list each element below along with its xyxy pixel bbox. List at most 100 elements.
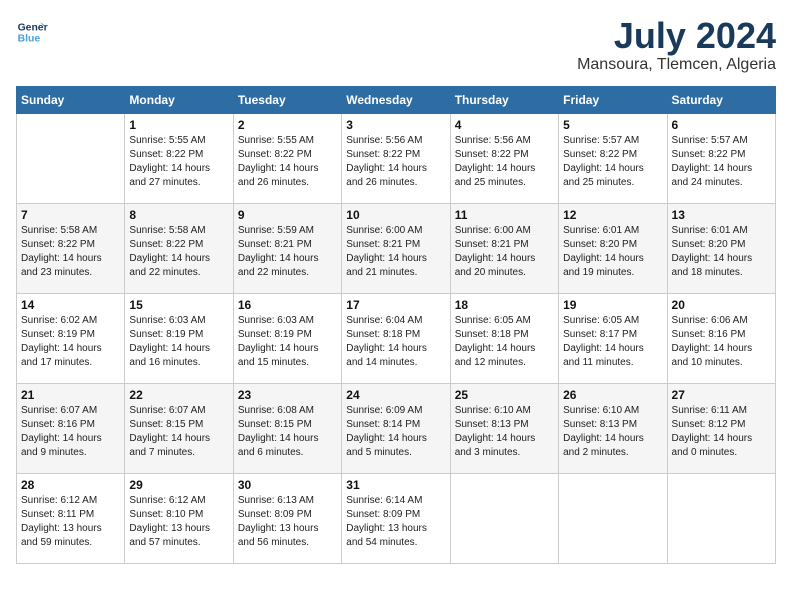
logo: General Blue: [16, 16, 48, 48]
calendar-cell: [667, 473, 775, 563]
calendar-cell: 5 Sunrise: 5:57 AM Sunset: 8:22 PM Daylig…: [559, 113, 667, 203]
day-number: 15: [129, 298, 228, 312]
calendar-cell: [559, 473, 667, 563]
day-number: 10: [346, 208, 445, 222]
day-number: 4: [455, 118, 554, 132]
calendar-cell: 1 Sunrise: 5:55 AM Sunset: 8:22 PM Daylig…: [125, 113, 233, 203]
day-number: 13: [672, 208, 771, 222]
cell-info: Sunrise: 6:00 AM Sunset: 8:21 PM Dayligh…: [346, 224, 445, 280]
day-number: 20: [672, 298, 771, 312]
calendar-cell: 31Sunrise: 6:14 AM Sunset: 8:09 PM Dayli…: [342, 473, 450, 563]
cell-info: Sunrise: 6:10 AM Sunset: 8:13 PM Dayligh…: [455, 404, 554, 460]
cell-info: Sunrise: 5:55 AM Sunset: 8:22 PM Dayligh…: [238, 134, 337, 190]
day-number: 12: [563, 208, 662, 222]
header-day: Saturday: [667, 86, 775, 113]
calendar-cell: 17 Sunrise: 6:04 AM Sunset: 8:18 PM Dayli…: [342, 293, 450, 383]
day-number: 7: [21, 208, 120, 222]
cell-info: Sunrise: 6:09 AM Sunset: 8:14 PM Dayligh…: [346, 404, 445, 460]
header-row: SundayMondayTuesdayWednesdayThursdayFrid…: [17, 86, 776, 113]
header-day: Thursday: [450, 86, 558, 113]
day-number: 21: [21, 388, 120, 402]
header-day: Friday: [559, 86, 667, 113]
header-day: Tuesday: [233, 86, 341, 113]
cell-info: Sunrise: 5:55 AM Sunset: 8:22 PM Dayligh…: [129, 134, 228, 190]
cell-info: Sunrise: 5:58 AM Sunset: 8:22 PM Dayligh…: [21, 224, 120, 280]
cell-info: Sunrise: 6:07 AM Sunset: 8:15 PM Dayligh…: [129, 404, 228, 460]
calendar-cell: 2 Sunrise: 5:55 AM Sunset: 8:22 PM Daylig…: [233, 113, 341, 203]
calendar-cell: 21 Sunrise: 6:07 AM Sunset: 8:16 PM Dayli…: [17, 383, 125, 473]
cell-info: Sunrise: 6:12 AM Sunset: 8:10 PM Dayligh…: [129, 494, 228, 550]
day-number: 2: [238, 118, 337, 132]
cell-info: Sunrise: 6:13 AM Sunset: 8:09 PM Dayligh…: [238, 494, 337, 550]
calendar-cell: 20Sunrise: 6:06 AM Sunset: 8:16 PM Dayli…: [667, 293, 775, 383]
calendar-cell: 4 Sunrise: 5:56 AM Sunset: 8:22 PM Daylig…: [450, 113, 558, 203]
cell-info: Sunrise: 5:57 AM Sunset: 8:22 PM Dayligh…: [563, 134, 662, 190]
header-day: Sunday: [17, 86, 125, 113]
cell-info: Sunrise: 5:57 AM Sunset: 8:22 PM Dayligh…: [672, 134, 771, 190]
day-number: 3: [346, 118, 445, 132]
month-title: July 2024: [577, 16, 776, 56]
calendar-cell: 23 Sunrise: 6:08 AM Sunset: 8:15 PM Dayli…: [233, 383, 341, 473]
calendar-week-row: 21 Sunrise: 6:07 AM Sunset: 8:16 PM Dayli…: [17, 383, 776, 473]
cell-info: Sunrise: 6:11 AM Sunset: 8:12 PM Dayligh…: [672, 404, 771, 460]
cell-info: Sunrise: 5:56 AM Sunset: 8:22 PM Dayligh…: [455, 134, 554, 190]
day-number: 28: [21, 478, 120, 492]
day-number: 14: [21, 298, 120, 312]
cell-info: Sunrise: 6:03 AM Sunset: 8:19 PM Dayligh…: [238, 314, 337, 370]
header-day: Wednesday: [342, 86, 450, 113]
calendar-cell: 13 Sunrise: 6:01 AM Sunset: 8:20 PM Dayli…: [667, 203, 775, 293]
calendar-cell: 10 Sunrise: 6:00 AM Sunset: 8:21 PM Dayli…: [342, 203, 450, 293]
calendar-cell: 14Sunrise: 6:02 AM Sunset: 8:19 PM Dayli…: [17, 293, 125, 383]
calendar-week-row: 7 Sunrise: 5:58 AM Sunset: 8:22 PM Daylig…: [17, 203, 776, 293]
calendar-cell: 22 Sunrise: 6:07 AM Sunset: 8:15 PM Dayli…: [125, 383, 233, 473]
cell-info: Sunrise: 6:10 AM Sunset: 8:13 PM Dayligh…: [563, 404, 662, 460]
cell-info: Sunrise: 6:05 AM Sunset: 8:18 PM Dayligh…: [455, 314, 554, 370]
calendar-cell: 12Sunrise: 6:01 AM Sunset: 8:20 PM Dayli…: [559, 203, 667, 293]
cell-info: Sunrise: 6:00 AM Sunset: 8:21 PM Dayligh…: [455, 224, 554, 280]
calendar-cell: 29 Sunrise: 6:12 AM Sunset: 8:10 PM Dayli…: [125, 473, 233, 563]
day-number: 23: [238, 388, 337, 402]
cell-info: Sunrise: 6:12 AM Sunset: 8:11 PM Dayligh…: [21, 494, 120, 550]
cell-info: Sunrise: 5:58 AM Sunset: 8:22 PM Dayligh…: [129, 224, 228, 280]
calendar-cell: 28 Sunrise: 6:12 AM Sunset: 8:11 PM Dayli…: [17, 473, 125, 563]
day-number: 30: [238, 478, 337, 492]
cell-info: Sunrise: 6:03 AM Sunset: 8:19 PM Dayligh…: [129, 314, 228, 370]
calendar-cell: 24 Sunrise: 6:09 AM Sunset: 8:14 PM Dayli…: [342, 383, 450, 473]
svg-text:Blue: Blue: [18, 34, 41, 45]
calendar-cell: 9Sunrise: 5:59 AM Sunset: 8:21 PM Daylig…: [233, 203, 341, 293]
day-number: 5: [563, 118, 662, 132]
day-number: 16: [238, 298, 337, 312]
day-number: 9: [238, 208, 337, 222]
day-number: 24: [346, 388, 445, 402]
cell-info: Sunrise: 6:04 AM Sunset: 8:18 PM Dayligh…: [346, 314, 445, 370]
calendar-week-row: 14Sunrise: 6:02 AM Sunset: 8:19 PM Dayli…: [17, 293, 776, 383]
day-number: 1: [129, 118, 228, 132]
day-number: 27: [672, 388, 771, 402]
day-number: 6: [672, 118, 771, 132]
calendar-cell: 16 Sunrise: 6:03 AM Sunset: 8:19 PM Dayli…: [233, 293, 341, 383]
cell-info: Sunrise: 6:07 AM Sunset: 8:16 PM Dayligh…: [21, 404, 120, 460]
calendar-cell: [17, 113, 125, 203]
calendar-header: SundayMondayTuesdayWednesdayThursdayFrid…: [17, 86, 776, 113]
day-number: 19: [563, 298, 662, 312]
calendar-cell: 3 Sunrise: 5:56 AM Sunset: 8:22 PM Daylig…: [342, 113, 450, 203]
calendar-body: 1 Sunrise: 5:55 AM Sunset: 8:22 PM Daylig…: [17, 113, 776, 563]
location-title: Mansoura, Tlemcen, Algeria: [577, 56, 776, 74]
calendar-cell: 18Sunrise: 6:05 AM Sunset: 8:18 PM Dayli…: [450, 293, 558, 383]
calendar-cell: 7 Sunrise: 5:58 AM Sunset: 8:22 PM Daylig…: [17, 203, 125, 293]
calendar-week-row: 28 Sunrise: 6:12 AM Sunset: 8:11 PM Dayli…: [17, 473, 776, 563]
calendar-cell: 30 Sunrise: 6:13 AM Sunset: 8:09 PM Dayli…: [233, 473, 341, 563]
cell-info: Sunrise: 5:56 AM Sunset: 8:22 PM Dayligh…: [346, 134, 445, 190]
day-number: 17: [346, 298, 445, 312]
calendar-cell: [450, 473, 558, 563]
cell-info: Sunrise: 6:14 AM Sunset: 8:09 PM Dayligh…: [346, 494, 445, 550]
day-number: 29: [129, 478, 228, 492]
calendar-cell: 8Sunrise: 5:58 AM Sunset: 8:22 PM Daylig…: [125, 203, 233, 293]
cell-info: Sunrise: 6:08 AM Sunset: 8:15 PM Dayligh…: [238, 404, 337, 460]
cell-info: Sunrise: 6:01 AM Sunset: 8:20 PM Dayligh…: [672, 224, 771, 280]
calendar-cell: 6 Sunrise: 5:57 AM Sunset: 8:22 PM Daylig…: [667, 113, 775, 203]
day-number: 22: [129, 388, 228, 402]
calendar-cell: 27 Sunrise: 6:11 AM Sunset: 8:12 PM Dayli…: [667, 383, 775, 473]
calendar-cell: 19Sunrise: 6:05 AM Sunset: 8:17 PM Dayli…: [559, 293, 667, 383]
calendar-cell: 11Sunrise: 6:00 AM Sunset: 8:21 PM Dayli…: [450, 203, 558, 293]
